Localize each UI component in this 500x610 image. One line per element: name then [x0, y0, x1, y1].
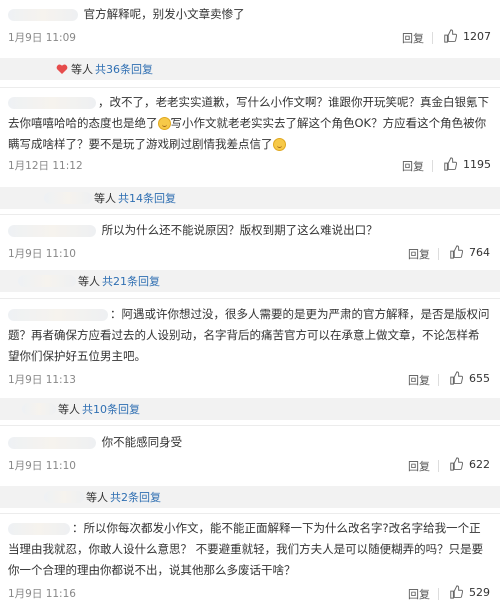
smile-emoji-icon: [157, 117, 171, 130]
divider-line: [438, 460, 439, 472]
comment-item: 所以为什么还不能说原因？版权到期了这么难说出口？ 1月9日 11:10 回复 7…: [0, 216, 500, 264]
like-count: 1195: [463, 157, 491, 171]
divider-line: [438, 374, 439, 386]
comment-date: 1月9日 11:16: [8, 588, 76, 600]
smile-emoji-icon: [272, 138, 286, 151]
subreply-bar[interactable]: 等人 共14条回复: [0, 187, 500, 209]
divider-line: [432, 160, 433, 172]
comment-item: ，改不了，老老实实道歉，写什么小作文啊？谁跟你开玩笑呢？真金白银氪下去你嘻嘻哈哈…: [0, 88, 500, 184]
comment-item: 你不能感同身受 1月9日 11:10 回复 622: [0, 428, 500, 476]
subreply-label: 等人: [71, 63, 93, 76]
like-button[interactable]: 1207: [443, 29, 491, 43]
like-button[interactable]: 764: [449, 245, 490, 259]
thumbs-up-icon: [444, 29, 457, 43]
subreply-label: 等人: [94, 192, 116, 205]
comment-date: 1月12日 11:12: [8, 160, 83, 172]
divider: [0, 513, 500, 514]
reply-button[interactable]: 回复: [402, 30, 424, 46]
comment-text-wrapper: 所以为什么还不能说原因？版权到期了这么难说出口？: [8, 220, 490, 241]
divider: [0, 214, 500, 215]
subreply-label: 等人: [86, 491, 108, 504]
comment-date: 1月9日 11:10: [8, 248, 76, 260]
subreply-bar[interactable]: 等人 共10条回复: [0, 398, 500, 420]
like-count: 1207: [463, 29, 491, 43]
username-blurred: [22, 403, 56, 415]
like-button[interactable]: 1195: [443, 157, 491, 171]
username-blurred: [44, 491, 84, 503]
comment-date: 1月9日 11:13: [8, 374, 76, 386]
comment-item: ：阿遇或许你想过没，很多人需要的是更为严肃的官方解释，是否是版权问题？再者确保方…: [0, 300, 500, 392]
comment-text-wrapper: ：所以你每次都发小作文，能不能正面解释一下为什么改名字?改名字给我一个正当理由我…: [8, 518, 490, 581]
comment-text: ：所以你每次都发小作文，能不能正面解释一下为什么改名字?改名字给我一个正当理由我…: [8, 521, 484, 577]
username-blurred[interactable]: [8, 308, 108, 321]
subreply-bar[interactable]: 等人 共2条回复: [0, 486, 500, 508]
comment-date: 1月9日 11:09: [8, 32, 76, 44]
divider-line: [438, 588, 439, 600]
username-blurred[interactable]: [8, 436, 96, 449]
comment-feed: 官方解释呢，别发小文章卖惨了 1月9日 11:09 回复 1207 等人 共36…: [0, 0, 500, 610]
comment-text: 官方解释呢，别发小文章卖惨了: [83, 7, 245, 21]
like-count: 655: [469, 371, 490, 385]
reply-button[interactable]: 回复: [408, 246, 430, 262]
like-count: 764: [469, 245, 490, 259]
comment-text-wrapper: 官方解释呢，别发小文章卖惨了: [8, 4, 490, 25]
comment-date: 1月9日 11:10: [8, 460, 76, 472]
subreply-bar[interactable]: 等人 共36条回复: [0, 58, 500, 80]
divider: [0, 298, 500, 299]
divider-line: [438, 248, 439, 260]
thumbs-up-icon: [450, 457, 463, 471]
like-button[interactable]: 529: [449, 585, 490, 599]
comment-item: 官方解释呢，别发小文章卖惨了 1月9日 11:09 回复 1207: [0, 0, 500, 50]
thumbs-up-icon: [450, 585, 463, 599]
username-blurred[interactable]: [8, 522, 70, 535]
username-blurred: [18, 275, 76, 287]
divider: [0, 425, 500, 426]
like-button[interactable]: 622: [449, 457, 490, 471]
comment-text: 所以为什么还不能说原因？版权到期了这么难说出口？: [101, 223, 378, 237]
reply-button[interactable]: 回复: [408, 586, 430, 602]
reply-button[interactable]: 回复: [402, 158, 424, 174]
divider-line: [432, 32, 433, 44]
comment-text-wrapper: ，改不了，老老实实道歉，写什么小作文啊？谁跟你开玩笑呢？真金白银氪下去你嘻嘻哈哈…: [8, 92, 490, 155]
comment-text: 你不能感同身受: [101, 435, 183, 449]
subreply-count-link[interactable]: 共14条回复: [118, 190, 176, 206]
reply-button[interactable]: 回复: [408, 372, 430, 388]
subreply-label: 等人: [78, 275, 100, 288]
heart-icon: [56, 64, 68, 74]
comment-text-wrapper: 你不能感同身受: [8, 432, 490, 453]
subreply-label: 等人: [58, 403, 80, 416]
comment-item: ：所以你每次都发小作文，能不能正面解释一下为什么改名字?改名字给我一个正当理由我…: [0, 516, 500, 610]
username-blurred[interactable]: [8, 224, 96, 237]
username-blurred[interactable]: [8, 8, 78, 21]
subreply-count-link[interactable]: 共36条回复: [95, 61, 153, 77]
comment-text-wrapper: ：阿遇或许你想过没，很多人需要的是更为严肃的官方解释，是否是版权问题？再者确保方…: [8, 304, 490, 367]
subreply-bar[interactable]: 等人 共21条回复: [0, 270, 500, 292]
like-count: 529: [469, 585, 490, 599]
username-blurred: [44, 192, 92, 204]
subreply-count-link[interactable]: 共2条回复: [110, 489, 161, 505]
like-button[interactable]: 655: [449, 371, 490, 385]
thumbs-up-icon: [450, 245, 463, 259]
reply-button[interactable]: 回复: [408, 458, 430, 474]
username-blurred[interactable]: [8, 96, 96, 109]
subreply-count-link[interactable]: 共21条回复: [102, 273, 160, 289]
subreply-count-link[interactable]: 共10条回复: [82, 401, 140, 417]
thumbs-up-icon: [444, 157, 457, 171]
thumbs-up-icon: [450, 371, 463, 385]
like-count: 622: [469, 457, 490, 471]
